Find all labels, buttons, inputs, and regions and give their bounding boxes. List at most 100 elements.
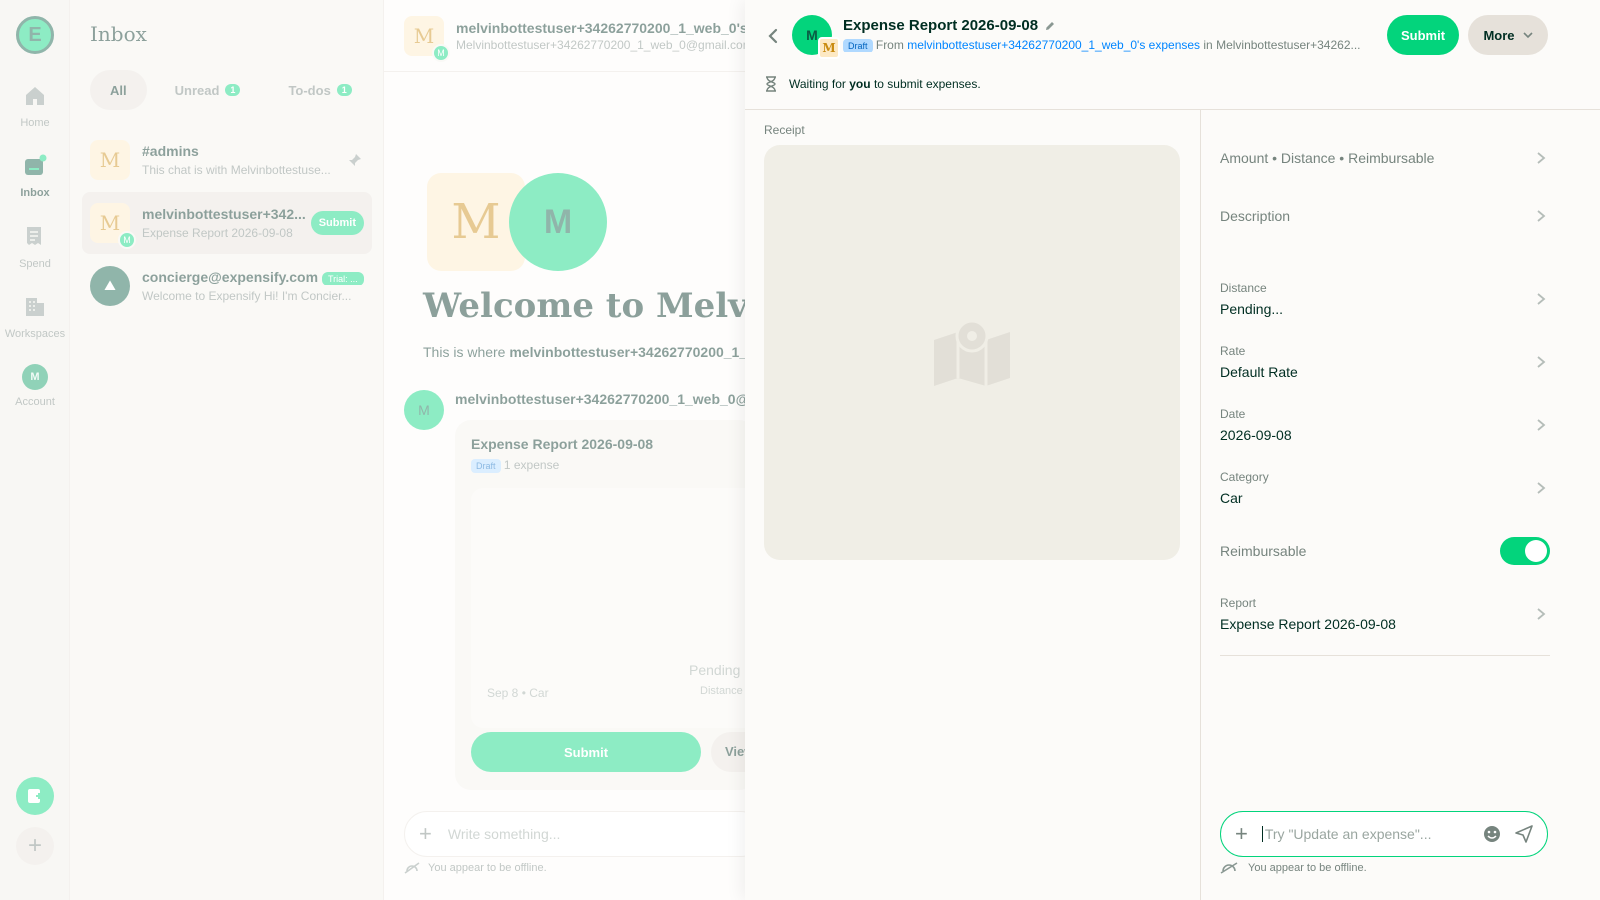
inbox-panel: Inbox All Unread 1 To-dos 1 M #admins This… bbox=[70, 0, 384, 900]
nav-workspaces[interactable]: Workspaces bbox=[0, 295, 70, 340]
chat-preview: Welcome to Expensify Hi! I'm Concier... bbox=[142, 289, 352, 303]
from-label: From bbox=[875, 38, 904, 52]
chat-name-text: concierge@expensify.com bbox=[142, 269, 319, 285]
nav-home[interactable]: Home bbox=[0, 84, 70, 129]
tab-all-label: All bbox=[110, 82, 127, 98]
offline-indicator: You appear to be offline. bbox=[1220, 862, 1367, 874]
home-icon bbox=[26, 87, 44, 105]
trial-badge: Trial: ... bbox=[322, 272, 364, 285]
welcome-text: This is where melvinbottestuser+34262770… bbox=[423, 344, 745, 360]
panel-divider bbox=[1200, 110, 1201, 900]
welcome-text-bold: melvinbottestuser+34262770200_1_web_0 bbox=[509, 344, 745, 360]
category-label: Category bbox=[1220, 469, 1269, 484]
chat-row-admins[interactable]: M #admins This chat is with Melvinbottes… bbox=[82, 129, 372, 191]
plus-icon[interactable]: + bbox=[1235, 821, 1248, 847]
inbox-icon bbox=[25, 154, 47, 175]
chat-preview: This chat is with Melvinbottestuse... bbox=[142, 163, 331, 177]
nav-spend[interactable]: Spend bbox=[0, 225, 70, 270]
waiting-you: you bbox=[849, 77, 871, 91]
report-card-pending: Pending bbox=[689, 662, 741, 678]
message-avatar: M bbox=[404, 390, 444, 430]
nav-rail: E Home Inbox Spend Workspaces M Account … bbox=[0, 0, 70, 900]
concierge-avatar: ⛰ bbox=[90, 266, 130, 306]
receipt-label: Receipt bbox=[764, 123, 805, 137]
chat-header-name: melvinbottestuser+34262770200_1_web_0's bbox=[456, 19, 745, 36]
report-card-submit-button[interactable]: Submit bbox=[471, 732, 701, 772]
chevron-right-icon bbox=[1537, 607, 1546, 620]
create-button[interactable] bbox=[16, 777, 54, 815]
distance-field[interactable]: Distance Pending... bbox=[1220, 267, 1550, 330]
inbox-title: Inbox bbox=[90, 22, 147, 46]
chevron-right-icon bbox=[1537, 418, 1546, 431]
tab-unread[interactable]: Unread 1 bbox=[155, 70, 261, 110]
chat-view: M M melvinbottestuser+34262770200_1_web_… bbox=[384, 0, 745, 900]
chat-composer[interactable]: + Write something... bbox=[404, 811, 745, 857]
expense-composer[interactable]: + Try "Update an expense"... bbox=[1220, 811, 1548, 857]
offline-icon bbox=[1220, 862, 1238, 874]
more-button[interactable]: More bbox=[1468, 15, 1548, 55]
plus-icon[interactable]: + bbox=[419, 821, 432, 847]
report-preview-card[interactable]: Expense Report 2026-09-08 Draft 1 expens… bbox=[455, 420, 745, 790]
send-icon[interactable] bbox=[1515, 825, 1533, 843]
waiting-prefix: Waiting for bbox=[789, 77, 846, 91]
offline-indicator: You appear to be offline. bbox=[404, 862, 547, 874]
rate-field[interactable]: Rate Default Rate bbox=[1220, 330, 1550, 393]
description-field[interactable]: Description bbox=[1220, 205, 1550, 227]
category-value: Car bbox=[1220, 489, 1243, 506]
date-value: 2026-09-08 bbox=[1220, 426, 1292, 443]
chat-sub-avatar: M bbox=[118, 231, 136, 249]
report-avatar-initial: M bbox=[806, 27, 818, 43]
chat-header-avatar: M M bbox=[404, 15, 450, 62]
chat-name: melvinbottestuser+342... bbox=[142, 206, 306, 222]
report-label: Report bbox=[1220, 595, 1257, 610]
nav-inbox[interactable]: Inbox bbox=[0, 154, 70, 199]
chat-submit-button[interactable]: Submit bbox=[310, 211, 364, 235]
report-avatar: M M bbox=[792, 15, 840, 59]
report-title[interactable]: Expense Report 2026-09-08 bbox=[843, 17, 1056, 34]
report-card-distance: Distance bbox=[700, 685, 743, 697]
date-field[interactable]: Date 2026-09-08 bbox=[1220, 393, 1550, 456]
chevron-right-icon bbox=[1537, 151, 1546, 164]
chat-row-concierge[interactable]: ⛰ concierge@expensify.com Trial: ... Welc… bbox=[82, 255, 372, 317]
welcome-heading: Welcome to Melvinbottestuser bbox=[423, 286, 745, 326]
chat-avatar-initial: M bbox=[99, 211, 121, 235]
back-arrow-icon[interactable] bbox=[763, 24, 783, 48]
amount-field[interactable]: Amount • Distance • Reimbursable bbox=[1220, 110, 1550, 205]
more-button-label: More bbox=[1483, 27, 1515, 43]
tab-all[interactable]: All bbox=[90, 70, 147, 110]
chat-avatar: M M bbox=[90, 203, 136, 249]
chat-header-avatar-initial: M bbox=[413, 23, 435, 48]
receipt-placeholder[interactable] bbox=[764, 145, 1180, 560]
chat-header-email: Melvinbottestuser+34262770200_1_web_0@gm… bbox=[456, 37, 745, 52]
date-label: Date bbox=[1220, 406, 1246, 421]
tab-todos[interactable]: To-dos 1 bbox=[268, 70, 371, 110]
building-icon bbox=[26, 298, 44, 316]
inbox-tabs: All Unread 1 To-dos 1 bbox=[90, 70, 372, 110]
chat-header: M M melvinbottestuser+34262770200_1_web_… bbox=[384, 0, 745, 72]
offline-text: You appear to be offline. bbox=[1248, 862, 1367, 874]
waiting-status: Waiting for you to submit expenses. bbox=[765, 76, 981, 92]
submit-button[interactable]: Submit bbox=[1387, 15, 1459, 55]
emoji-icon[interactable] bbox=[1483, 825, 1501, 843]
expenses-link[interactable]: melvinbottestuser+34262770200_1_web_0's … bbox=[907, 38, 1200, 52]
expense-details-panel: M M Expense Report 2026-09-08 Draft From… bbox=[745, 0, 1600, 900]
message-author: melvinbottestuser+34262770200_1_web_0@gm… bbox=[455, 391, 745, 407]
report-card-view-button[interactable]: View bbox=[711, 732, 745, 772]
nav-account[interactable]: M Account bbox=[0, 364, 70, 408]
waiting-suffix: to submit expenses. bbox=[873, 77, 981, 91]
report-field[interactable]: Report Expense Report 2026-09-08 bbox=[1220, 582, 1550, 645]
offline-icon bbox=[404, 862, 420, 874]
add-button[interactable]: + bbox=[16, 827, 54, 865]
reimbursable-toggle[interactable] bbox=[1500, 536, 1550, 565]
waiting-text: Waiting for you to submit expenses. bbox=[789, 77, 981, 91]
category-field[interactable]: Category Car bbox=[1220, 456, 1550, 519]
expense-composer-placeholder: Try "Update an expense"... bbox=[1261, 826, 1469, 842]
chat-name: concierge@expensify.com Trial: ... bbox=[142, 269, 372, 285]
report-sub-avatar: M bbox=[818, 37, 840, 59]
chat-row-expense-report[interactable]: M M melvinbottestuser+342... Expense Rep… bbox=[82, 192, 372, 254]
report-card-count: 1 expense bbox=[503, 458, 560, 472]
rate-value: Default Rate bbox=[1220, 363, 1298, 380]
draft-badge: Draft bbox=[843, 39, 873, 52]
expensify-logo[interactable]: E bbox=[16, 16, 54, 54]
welcome-text-prefix: This is where bbox=[423, 344, 510, 360]
